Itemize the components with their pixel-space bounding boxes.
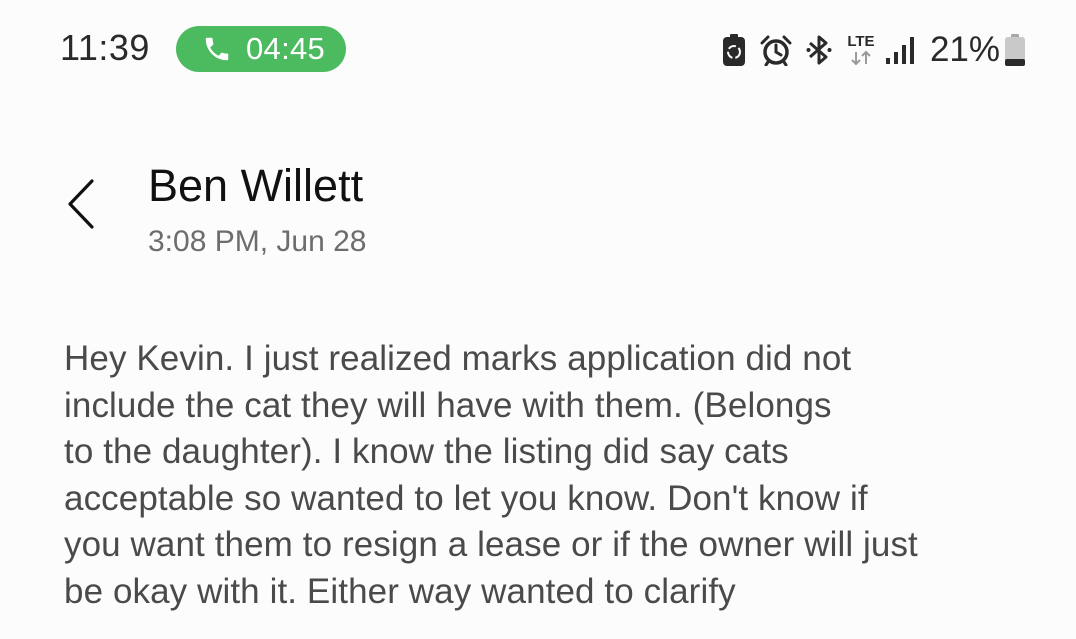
message-line: you want them to resign a lease or if th… xyxy=(64,525,918,564)
message-line: include the cat they will have with them… xyxy=(64,385,832,425)
ongoing-call-chip[interactable]: 04:45 xyxy=(176,26,346,72)
status-time: 11:39 xyxy=(60,27,150,68)
lte-icon: LTE xyxy=(844,34,878,66)
message-detail-screen: 11:39 04:45 LTE 21% Ben Willett 3:08 PM,… xyxy=(0,0,1076,639)
battery-percentage: 21% xyxy=(929,30,1000,69)
network-type-label: LTE xyxy=(847,33,875,50)
message-timestamp: 3:08 PM, Jun 28 xyxy=(148,225,367,258)
sender-name: Ben Willett xyxy=(148,160,364,211)
message-body: Hey Kevin. I just realized marks applica… xyxy=(64,336,1044,615)
call-duration: 04:45 xyxy=(246,31,326,66)
signal-icon xyxy=(884,34,918,66)
back-button[interactable] xyxy=(56,176,106,236)
status-bar: 11:39 04:45 LTE 21% xyxy=(0,0,1076,96)
status-icons: LTE 21% xyxy=(722,28,1026,72)
message-line: Hey Kevin. I just realized marks applica… xyxy=(64,339,852,378)
phone-icon xyxy=(202,34,232,64)
battery-icon xyxy=(1004,33,1026,67)
message-line: acceptable so wanted to let you know. Do… xyxy=(64,478,868,518)
message-line: to the daughter). I know the listing did… xyxy=(64,432,789,471)
battery-saver-icon xyxy=(722,33,746,67)
alarm-icon xyxy=(760,34,792,66)
bluetooth-icon xyxy=(806,34,832,66)
message-line: be okay with it. Either way wanted to cl… xyxy=(64,571,736,611)
chevron-left-icon xyxy=(66,178,96,235)
